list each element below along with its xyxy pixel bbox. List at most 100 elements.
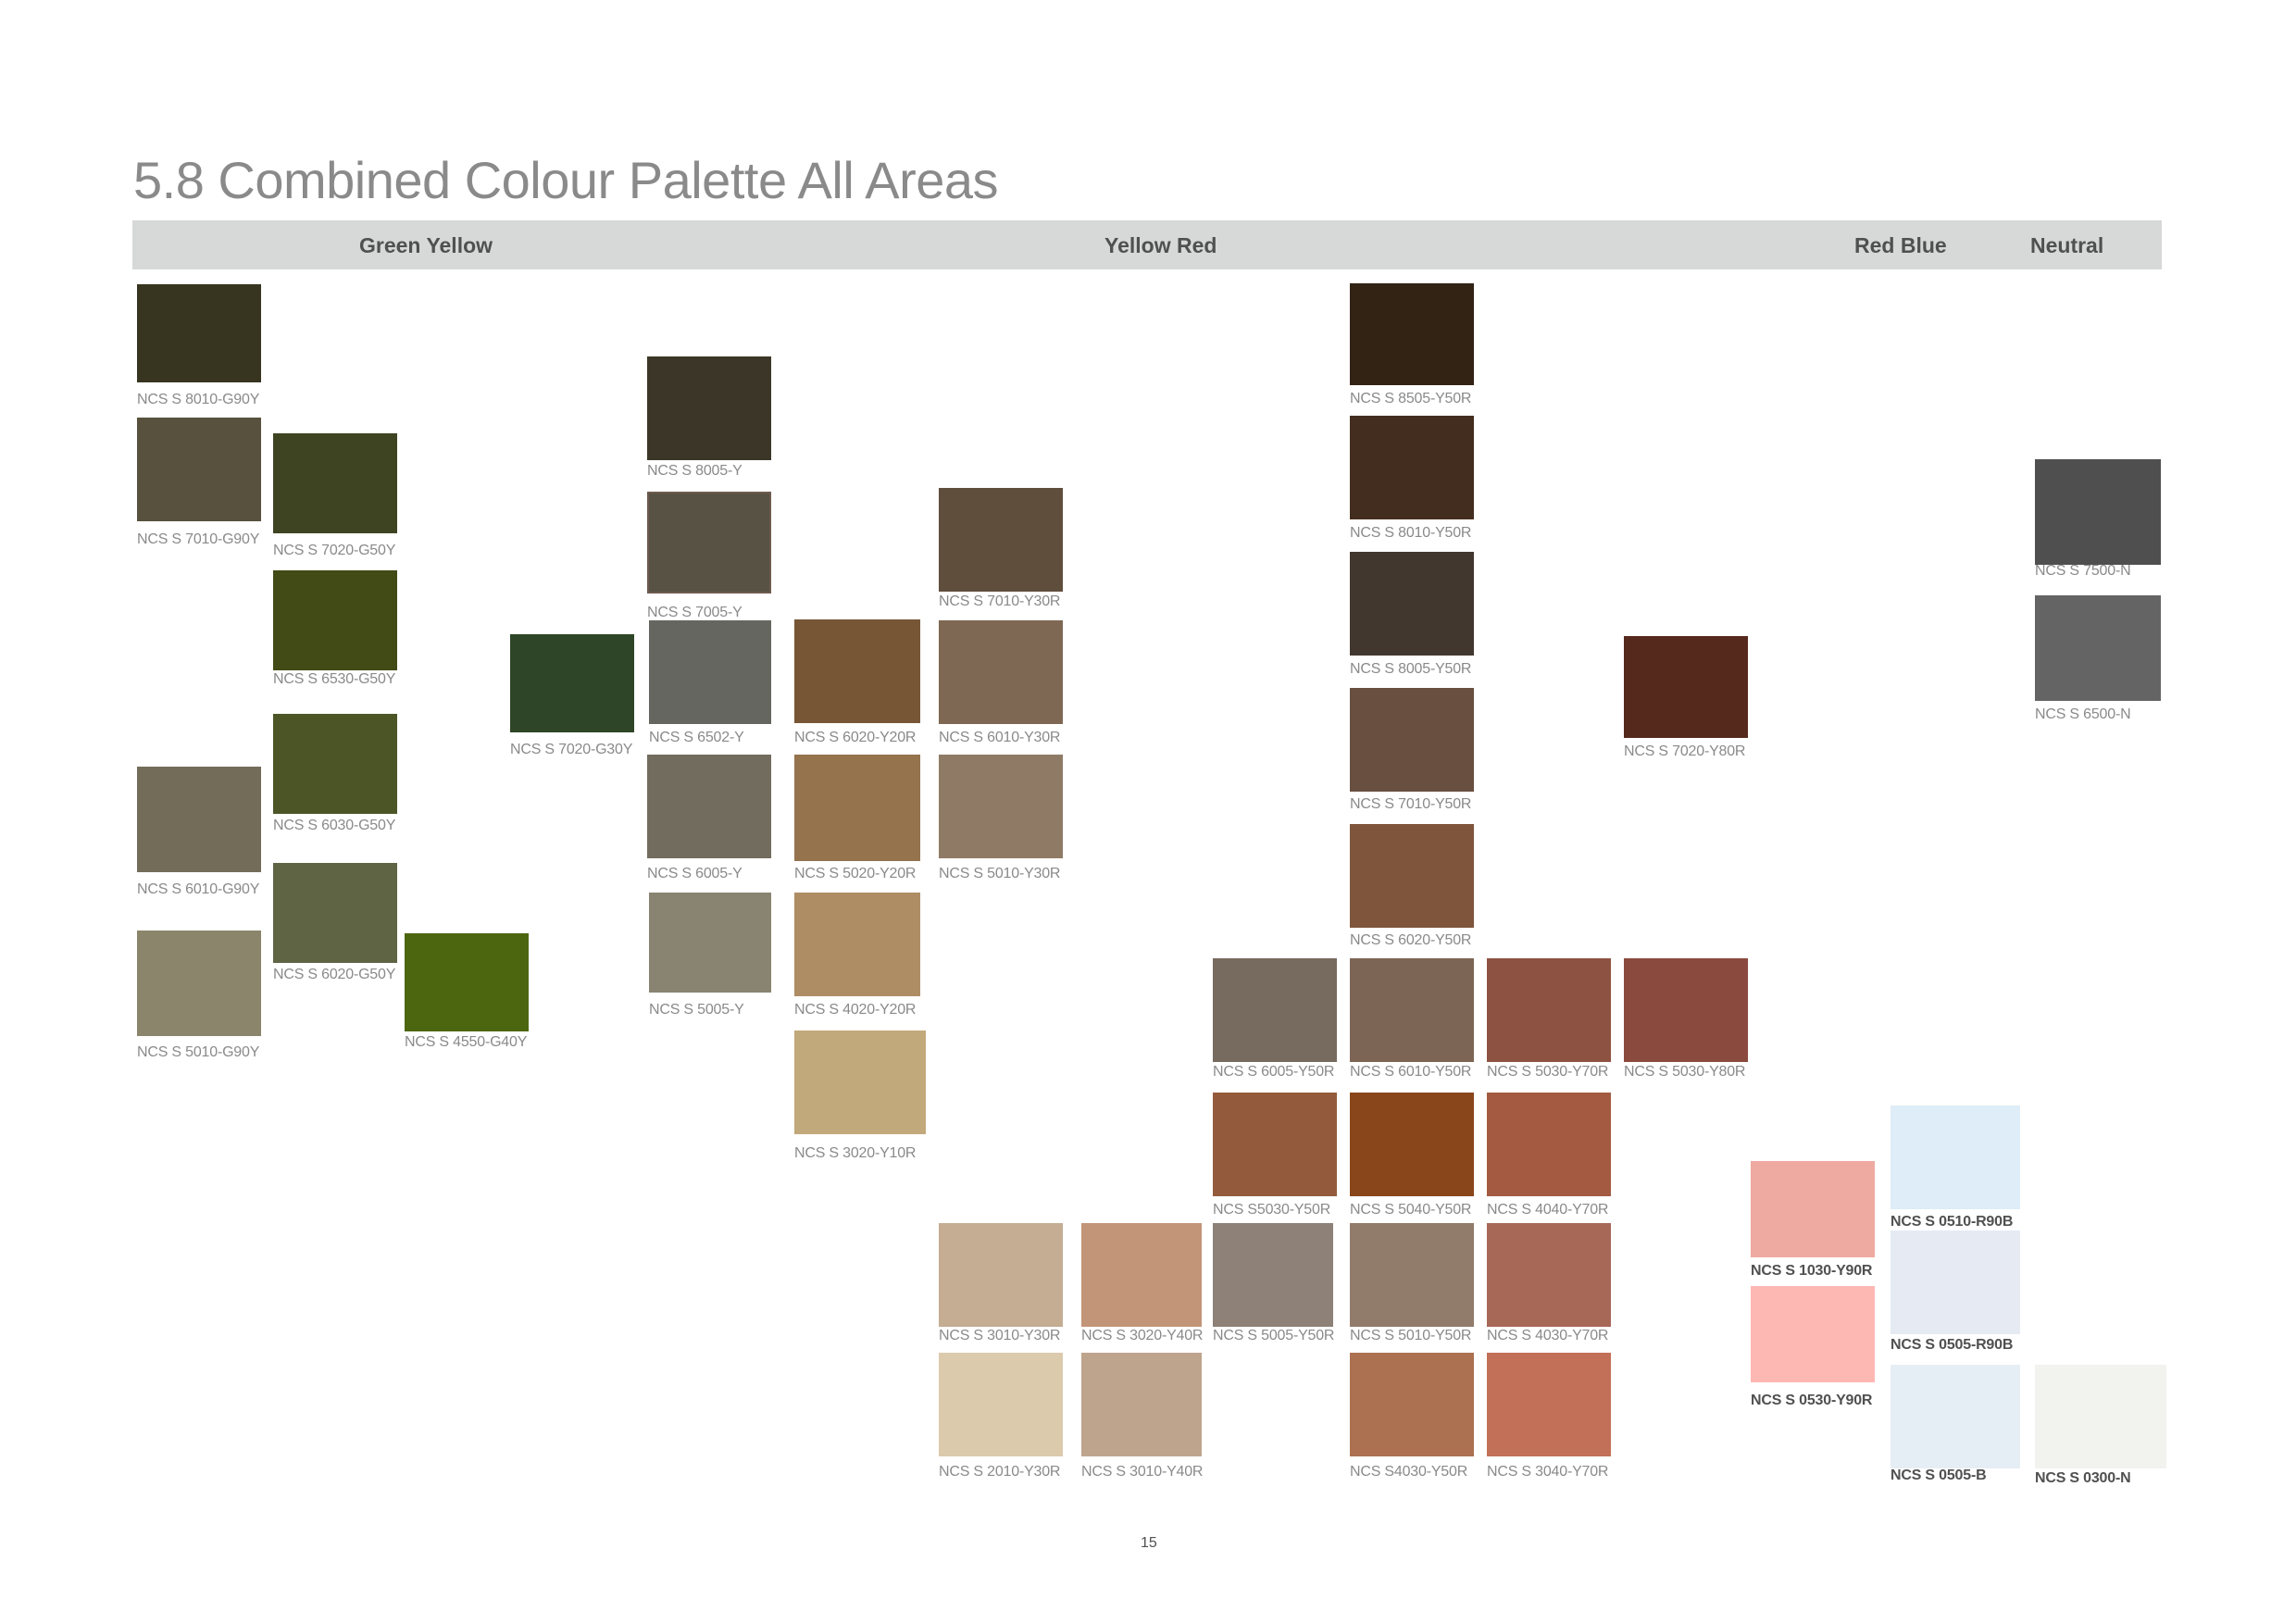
swatch-label-ncs-s-4040-y70r: NCS S 4040-Y70R bbox=[1487, 1202, 1609, 1218]
swatch-label-ncs-s-4550-g40y: NCS S 4550-G40Y bbox=[405, 1034, 528, 1050]
swatch-ncs-s-3040-y70r bbox=[1487, 1353, 1611, 1456]
swatch-label-ncs-s-6030-g50y: NCS S 6030-G50Y bbox=[273, 818, 396, 833]
swatch-label-ncs-s-7010-y50r: NCS S 7010-Y50R bbox=[1350, 796, 1472, 812]
swatch-ncs-s-0530-y90r bbox=[1751, 1286, 1875, 1382]
swatch-label-ncs-s-2010-y30r: NCS S 2010-Y30R bbox=[939, 1464, 1061, 1480]
swatch-ncs-s-7020-g30y bbox=[510, 634, 634, 732]
swatch-ncs-s-3020-y40r bbox=[1081, 1223, 1202, 1327]
swatch-ncs-s-4030-y70r bbox=[1487, 1223, 1611, 1327]
swatch-ncs-s-5010-g90y bbox=[137, 931, 261, 1036]
swatch-label-ncs-s-8505-y50r: NCS S 8505-Y50R bbox=[1350, 391, 1472, 406]
swatch-label-ncs-s-0505-b: NCS S 0505-B bbox=[1890, 1468, 1987, 1483]
swatch-ncs-s-6010-y30r bbox=[939, 620, 1063, 724]
swatch-label-ncs-s-5005-y50r: NCS S 5005-Y50R bbox=[1213, 1328, 1335, 1343]
swatch-ncs-s-6010-g90y bbox=[137, 767, 261, 872]
swatch-ncs-s4030-y50r bbox=[1350, 1353, 1474, 1456]
swatch-ncs-s-6020-y50r bbox=[1350, 824, 1474, 928]
swatch-label-ncs-s-0505-r90b: NCS S 0505-R90B bbox=[1890, 1337, 2014, 1353]
swatch-label-ncs-s-5010-y50r: NCS S 5010-Y50R bbox=[1350, 1328, 1472, 1343]
swatch-label-ncs-s-3020-y40r: NCS S 3020-Y40R bbox=[1081, 1328, 1204, 1343]
swatch-label-ncs-s-4020-y20r: NCS S 4020-Y20R bbox=[794, 1002, 917, 1018]
swatch-ncs-s-6500-n bbox=[2035, 595, 2161, 701]
swatch-ncs-s-0505-r90b bbox=[1890, 1230, 2020, 1334]
swatch-ncs-s-6020-g50y bbox=[273, 863, 397, 963]
category-neutral: Neutral bbox=[2030, 233, 2104, 257]
swatch-ncs-s-4040-y70r bbox=[1487, 1093, 1611, 1196]
swatch-ncs-s-5005-y50r bbox=[1213, 1223, 1333, 1327]
swatch-label-ncs-s-7010-y30r: NCS S 7010-Y30R bbox=[939, 593, 1061, 609]
swatch-ncs-s-3010-y30r bbox=[939, 1223, 1063, 1327]
swatch-ncs-s-8505-y50r bbox=[1350, 283, 1474, 385]
swatch-label-ncs-s-6020-y20r: NCS S 6020-Y20R bbox=[794, 730, 917, 745]
swatch-ncs-s-4020-y20r bbox=[794, 893, 920, 996]
page-title: 5.8 Combined Colour Palette All Areas bbox=[133, 151, 999, 209]
swatch-label-ncs-s-5005-y: NCS S 5005-Y bbox=[649, 1002, 744, 1018]
swatch-ncs-s-6502-y bbox=[649, 620, 771, 724]
swatch-ncs-s-6530-g50y bbox=[273, 570, 397, 670]
swatch-label-ncs-s-7020-y80r: NCS S 7020-Y80R bbox=[1624, 743, 1746, 759]
swatch-ncs-s-8010-g90y bbox=[137, 284, 261, 382]
swatch-label-ncs-s-6010-y30r: NCS S 6010-Y30R bbox=[939, 730, 1061, 745]
swatch-ncs-s-5010-y30r bbox=[939, 755, 1063, 858]
swatch-label-ncs-s4030-y50r: NCS S4030-Y50R bbox=[1350, 1464, 1468, 1480]
swatch-label-ncs-s-0510-r90b: NCS S 0510-R90B bbox=[1890, 1214, 2014, 1230]
swatch-label-ncs-s-6020-y50r: NCS S 6020-Y50R bbox=[1350, 932, 1472, 948]
swatch-label-ncs-s-7500-n: NCS S 7500-N bbox=[2035, 563, 2131, 579]
swatch-label-ncs-s-6020-g50y: NCS S 6020-G50Y bbox=[273, 967, 396, 982]
category-yellow-red: Yellow Red bbox=[1104, 233, 1217, 257]
swatch-ncs-s5030-y50r bbox=[1213, 1093, 1337, 1196]
swatch-label-ncs-s-3020-y10r: NCS S 3020-Y10R bbox=[794, 1145, 917, 1161]
swatch-label-ncs-s-7020-g30y: NCS S 7020-G30Y bbox=[510, 742, 633, 757]
swatch-ncs-s-7500-n bbox=[2035, 459, 2161, 565]
swatch-ncs-s-7010-y30r bbox=[939, 488, 1063, 592]
swatch-ncs-s-6010-y50r bbox=[1350, 958, 1474, 1062]
swatch-label-ncs-s-1030-y90r: NCS S 1030-Y90R bbox=[1751, 1263, 1873, 1279]
page-number: 15 bbox=[1141, 1535, 1157, 1551]
swatch-label-ncs-s-6502-y: NCS S 6502-Y bbox=[649, 730, 744, 745]
category-green-yellow: Green Yellow bbox=[359, 233, 493, 257]
swatch-ncs-s-7020-g50y bbox=[273, 433, 397, 533]
swatch-ncs-s-3020-y10r bbox=[794, 1031, 926, 1134]
swatch-ncs-s-5005-y bbox=[649, 893, 771, 993]
swatch-label-ncs-s-6010-y50r: NCS S 6010-Y50R bbox=[1350, 1064, 1472, 1080]
palette-page: 5.8 Combined Colour Palette All Areas Gr… bbox=[0, 0, 2296, 1624]
swatch-ncs-s-8005-y bbox=[647, 356, 771, 460]
swatch-label-ncs-s-4030-y70r: NCS S 4030-Y70R bbox=[1487, 1328, 1609, 1343]
swatch-label-ncs-s-6010-g90y: NCS S 6010-G90Y bbox=[137, 881, 260, 897]
swatch-label-ncs-s-3010-y40r: NCS S 3010-Y40R bbox=[1081, 1464, 1204, 1480]
swatch-ncs-s-6005-y50r bbox=[1213, 958, 1337, 1062]
swatch-label-ncs-s-5010-y30r: NCS S 5010-Y30R bbox=[939, 866, 1061, 881]
swatch-ncs-s-8010-y50r bbox=[1350, 416, 1474, 519]
swatch-label-ncs-s-3010-y30r: NCS S 3010-Y30R bbox=[939, 1328, 1061, 1343]
swatch-ncs-s-7010-y50r bbox=[1350, 688, 1474, 792]
swatch-label-ncs-s-5020-y20r: NCS S 5020-Y20R bbox=[794, 866, 917, 881]
swatch-label-ncs-s-0300-n: NCS S 0300-N bbox=[2035, 1470, 2131, 1486]
swatch-label-ncs-s-5030-y70r: NCS S 5030-Y70R bbox=[1487, 1064, 1609, 1080]
swatch-label-ncs-s-8010-y50r: NCS S 8010-Y50R bbox=[1350, 525, 1472, 541]
swatch-ncs-s-5020-y20r bbox=[794, 755, 920, 861]
swatch-ncs-s-7005-y bbox=[647, 492, 771, 593]
swatch-ncs-s-5010-y50r bbox=[1350, 1223, 1474, 1327]
swatch-label-ncs-s-7020-g50y: NCS S 7020-G50Y bbox=[273, 543, 396, 558]
swatch-ncs-s-7010-g90y bbox=[137, 418, 261, 521]
swatch-label-ncs-s-6530-g50y: NCS S 6530-G50Y bbox=[273, 671, 396, 687]
swatch-ncs-s-0510-r90b bbox=[1890, 1106, 2020, 1209]
swatch-label-ncs-s-7010-g90y: NCS S 7010-G90Y bbox=[137, 531, 260, 547]
swatch-ncs-s-0505-b bbox=[1890, 1365, 2020, 1468]
swatch-ncs-s-5040-y50r bbox=[1350, 1093, 1474, 1196]
swatch-label-ncs-s-5040-y50r: NCS S 5040-Y50R bbox=[1350, 1202, 1472, 1218]
swatch-label-ncs-s-6005-y: NCS S 6005-Y bbox=[647, 866, 742, 881]
swatch-label-ncs-s-8005-y: NCS S 8005-Y bbox=[647, 463, 742, 479]
swatch-label-ncs-s5030-y50r: NCS S5030-Y50R bbox=[1213, 1202, 1331, 1218]
swatch-ncs-s-0300-n bbox=[2035, 1365, 2166, 1468]
swatch-label-ncs-s-5030-y80r: NCS S 5030-Y80R bbox=[1624, 1064, 1746, 1080]
swatch-label-ncs-s-5010-g90y: NCS S 5010-G90Y bbox=[137, 1044, 260, 1060]
category-red-blue: Red Blue bbox=[1854, 233, 1947, 257]
swatch-label-ncs-s-7005-y: NCS S 7005-Y bbox=[647, 605, 742, 620]
swatch-label-ncs-s-8005-y50r: NCS S 8005-Y50R bbox=[1350, 661, 1472, 677]
swatch-ncs-s-3010-y40r bbox=[1081, 1353, 1202, 1456]
swatch-ncs-s-1030-y90r bbox=[1751, 1161, 1875, 1257]
swatch-ncs-s-7020-y80r bbox=[1624, 636, 1748, 738]
swatch-ncs-s-2010-y30r bbox=[939, 1353, 1063, 1456]
swatch-ncs-s-6005-y bbox=[647, 755, 771, 858]
